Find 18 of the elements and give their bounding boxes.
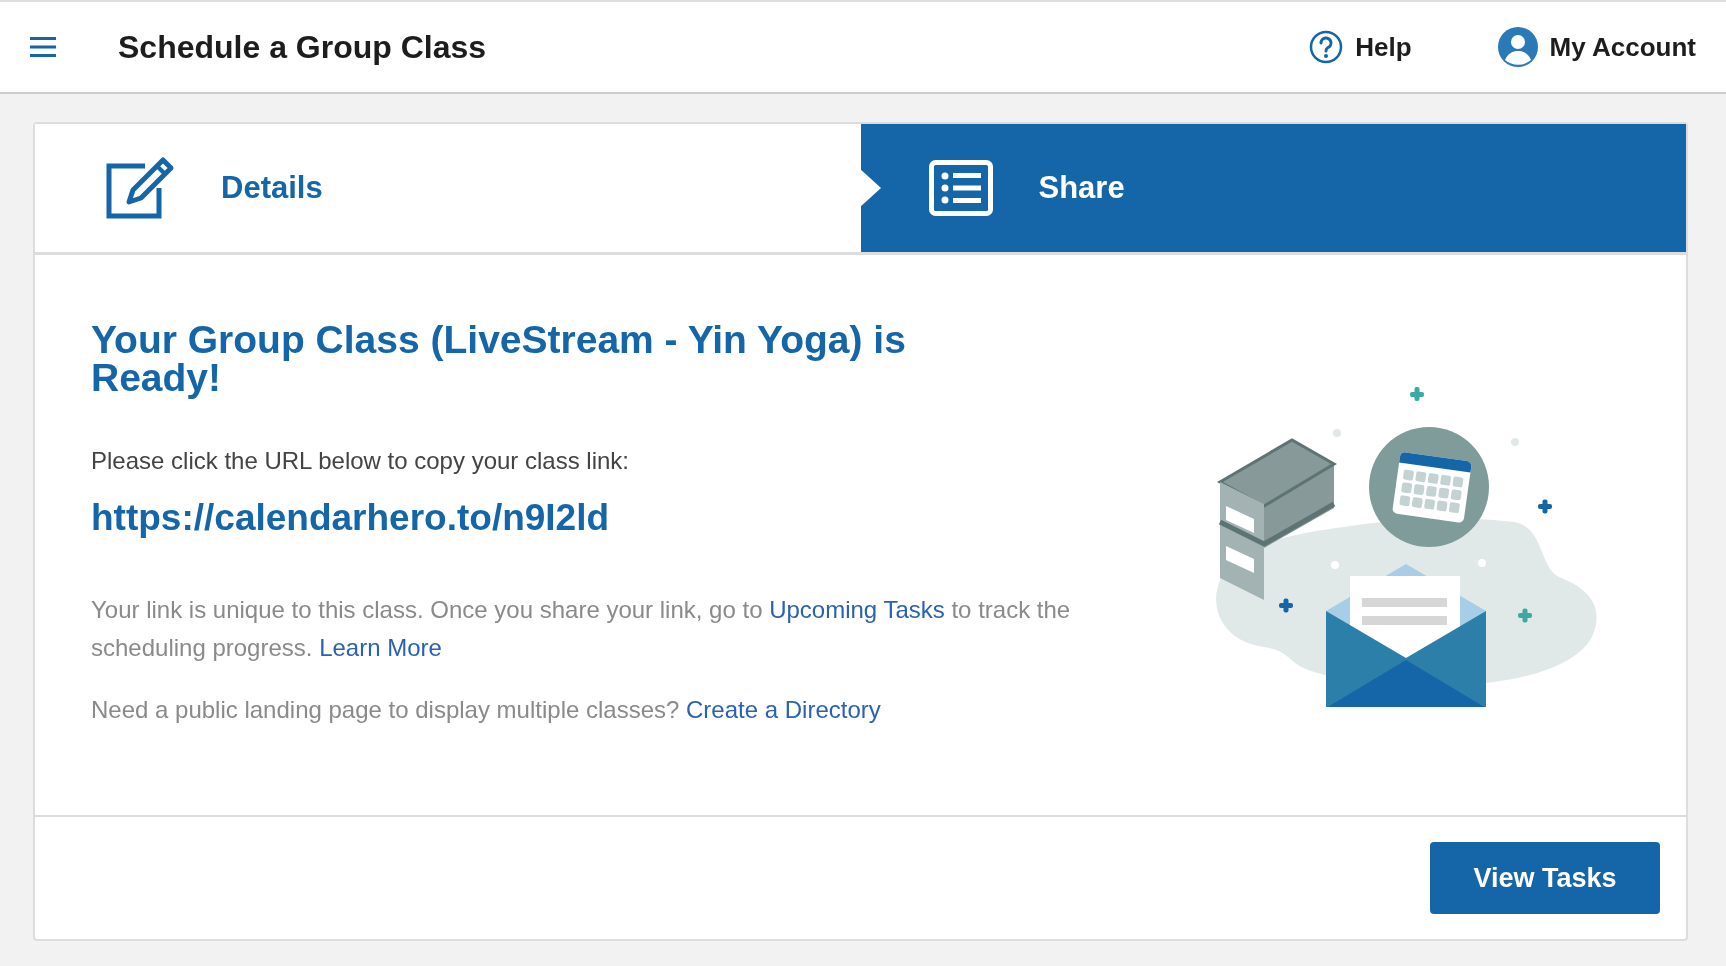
success-heading: Your Group Class (LiveStream - Yin Yoga) is Ready! [91,321,907,397]
help-link[interactable]: Help [1309,30,1412,64]
list-icon [928,160,993,216]
info-text: Need a public landing page to display multiple classes? Create a Directory [91,695,882,725]
text-link[interactable]: Learn More [319,634,442,661]
info-text: Your link is unique to this class. Once you share your link, go to Upcoming Tasks to track the scheduling progress. Learn More [91,595,1072,663]
view-tasks-button[interactable]: View Tasks [1430,842,1660,914]
text-link[interactable]: Upcoming Tasks [769,596,945,623]
text-link[interactable]: Create a Directory [686,696,881,723]
page-title: Schedule a Group Class [118,28,488,66]
step-chevron [858,168,881,208]
account-link[interactable]: My Account [1497,27,1696,67]
user-avatar-icon [1497,27,1538,67]
class-url-link[interactable]: https://calendarhero.to/n9I2ld [91,497,610,539]
menu-icon[interactable] [30,36,56,58]
step-tab[interactable]: Share [860,124,1686,252]
instruction-text: Please click the URL below to copy your class link: [91,447,630,475]
help-icon [1309,30,1344,64]
